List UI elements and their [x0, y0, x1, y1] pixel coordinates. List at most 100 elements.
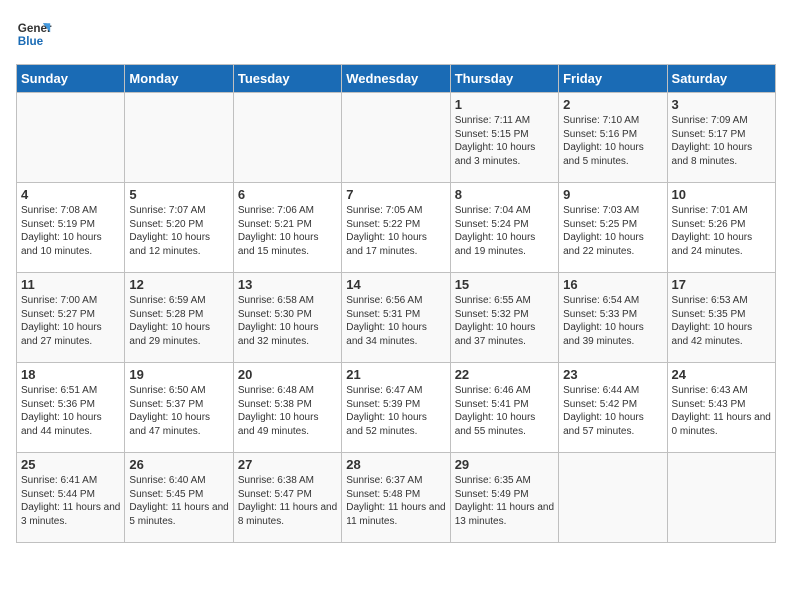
- calendar-table: SundayMondayTuesdayWednesdayThursdayFrid…: [16, 64, 776, 543]
- day-number: 2: [563, 97, 662, 112]
- day-number: 18: [21, 367, 120, 382]
- col-header-friday: Friday: [559, 65, 667, 93]
- cell-content: Sunrise: 7:05 AM Sunset: 5:22 PM Dayligh…: [346, 204, 445, 258]
- day-number: 4: [21, 187, 120, 202]
- day-number: 22: [455, 367, 554, 382]
- cell-content: Sunrise: 6:38 AM Sunset: 5:47 PM Dayligh…: [238, 474, 337, 528]
- calendar-cell: 3 Sunrise: 7:09 AM Sunset: 5:17 PM Daylig…: [667, 93, 775, 183]
- day-number: 5: [129, 187, 228, 202]
- day-number: 29: [455, 457, 554, 472]
- calendar-cell: 22 Sunrise: 6:46 AM Sunset: 5:41 PM Dayli…: [450, 363, 558, 453]
- cell-content: Sunrise: 7:08 AM Sunset: 5:19 PM Dayligh…: [21, 204, 120, 258]
- cell-content: Sunrise: 7:04 AM Sunset: 5:24 PM Dayligh…: [455, 204, 554, 258]
- cell-content: Sunrise: 7:06 AM Sunset: 5:21 PM Dayligh…: [238, 204, 337, 258]
- calendar-cell: 14 Sunrise: 6:56 AM Sunset: 5:31 PM Dayli…: [342, 273, 450, 363]
- calendar-cell: 1 Sunrise: 7:11 AM Sunset: 5:15 PM Daylig…: [450, 93, 558, 183]
- calendar-cell: [233, 93, 341, 183]
- cell-content: Sunrise: 6:41 AM Sunset: 5:44 PM Dayligh…: [21, 474, 120, 528]
- calendar-cell: 28 Sunrise: 6:37 AM Sunset: 5:48 PM Dayli…: [342, 453, 450, 543]
- day-number: 26: [129, 457, 228, 472]
- calendar-cell: 11 Sunrise: 7:00 AM Sunset: 5:27 PM Dayli…: [17, 273, 125, 363]
- cell-content: Sunrise: 7:10 AM Sunset: 5:16 PM Dayligh…: [563, 114, 662, 168]
- day-number: 17: [672, 277, 771, 292]
- calendar-week-row: 18 Sunrise: 6:51 AM Sunset: 5:36 PM Dayli…: [17, 363, 776, 453]
- cell-content: Sunrise: 6:59 AM Sunset: 5:28 PM Dayligh…: [129, 294, 228, 348]
- calendar-cell: 23 Sunrise: 6:44 AM Sunset: 5:42 PM Dayli…: [559, 363, 667, 453]
- day-number: 16: [563, 277, 662, 292]
- day-number: 23: [563, 367, 662, 382]
- day-number: 19: [129, 367, 228, 382]
- calendar-cell: 19 Sunrise: 6:50 AM Sunset: 5:37 PM Dayli…: [125, 363, 233, 453]
- calendar-cell: 4 Sunrise: 7:08 AM Sunset: 5:19 PM Daylig…: [17, 183, 125, 273]
- calendar-cell: 6 Sunrise: 7:06 AM Sunset: 5:21 PM Daylig…: [233, 183, 341, 273]
- cell-content: Sunrise: 6:43 AM Sunset: 5:43 PM Dayligh…: [672, 384, 771, 438]
- calendar-cell: [17, 93, 125, 183]
- day-number: 11: [21, 277, 120, 292]
- calendar-cell: 21 Sunrise: 6:47 AM Sunset: 5:39 PM Dayli…: [342, 363, 450, 453]
- day-number: 21: [346, 367, 445, 382]
- day-number: 20: [238, 367, 337, 382]
- cell-content: Sunrise: 6:40 AM Sunset: 5:45 PM Dayligh…: [129, 474, 228, 528]
- day-number: 15: [455, 277, 554, 292]
- day-number: 28: [346, 457, 445, 472]
- col-header-wednesday: Wednesday: [342, 65, 450, 93]
- cell-content: Sunrise: 6:53 AM Sunset: 5:35 PM Dayligh…: [672, 294, 771, 348]
- calendar-cell: 24 Sunrise: 6:43 AM Sunset: 5:43 PM Dayli…: [667, 363, 775, 453]
- cell-content: Sunrise: 6:44 AM Sunset: 5:42 PM Dayligh…: [563, 384, 662, 438]
- col-header-monday: Monday: [125, 65, 233, 93]
- day-number: 10: [672, 187, 771, 202]
- day-number: 24: [672, 367, 771, 382]
- cell-content: Sunrise: 6:56 AM Sunset: 5:31 PM Dayligh…: [346, 294, 445, 348]
- day-number: 9: [563, 187, 662, 202]
- logo: General Blue: [16, 16, 52, 52]
- cell-content: Sunrise: 7:00 AM Sunset: 5:27 PM Dayligh…: [21, 294, 120, 348]
- cell-content: Sunrise: 6:58 AM Sunset: 5:30 PM Dayligh…: [238, 294, 337, 348]
- day-number: 14: [346, 277, 445, 292]
- day-number: 13: [238, 277, 337, 292]
- col-header-thursday: Thursday: [450, 65, 558, 93]
- day-number: 3: [672, 97, 771, 112]
- day-number: 27: [238, 457, 337, 472]
- calendar-cell: 18 Sunrise: 6:51 AM Sunset: 5:36 PM Dayli…: [17, 363, 125, 453]
- calendar-cell: 12 Sunrise: 6:59 AM Sunset: 5:28 PM Dayli…: [125, 273, 233, 363]
- calendar-cell: 25Sunrise: 6:41 AM Sunset: 5:44 PM Dayli…: [17, 453, 125, 543]
- day-number: 6: [238, 187, 337, 202]
- calendar-cell: 9 Sunrise: 7:03 AM Sunset: 5:25 PM Daylig…: [559, 183, 667, 273]
- cell-content: Sunrise: 7:01 AM Sunset: 5:26 PM Dayligh…: [672, 204, 771, 258]
- cell-content: Sunrise: 6:47 AM Sunset: 5:39 PM Dayligh…: [346, 384, 445, 438]
- calendar-cell: [667, 453, 775, 543]
- cell-content: Sunrise: 6:50 AM Sunset: 5:37 PM Dayligh…: [129, 384, 228, 438]
- calendar-week-row: 1 Sunrise: 7:11 AM Sunset: 5:15 PM Daylig…: [17, 93, 776, 183]
- cell-content: Sunrise: 7:11 AM Sunset: 5:15 PM Dayligh…: [455, 114, 554, 168]
- calendar-cell: 8 Sunrise: 7:04 AM Sunset: 5:24 PM Daylig…: [450, 183, 558, 273]
- calendar-week-row: 4 Sunrise: 7:08 AM Sunset: 5:19 PM Daylig…: [17, 183, 776, 273]
- cell-content: Sunrise: 6:37 AM Sunset: 5:48 PM Dayligh…: [346, 474, 445, 528]
- calendar-cell: 27 Sunrise: 6:38 AM Sunset: 5:47 PM Dayli…: [233, 453, 341, 543]
- calendar-cell: 13 Sunrise: 6:58 AM Sunset: 5:30 PM Dayli…: [233, 273, 341, 363]
- col-header-saturday: Saturday: [667, 65, 775, 93]
- cell-content: Sunrise: 6:35 AM Sunset: 5:49 PM Dayligh…: [455, 474, 554, 528]
- cell-content: Sunrise: 7:09 AM Sunset: 5:17 PM Dayligh…: [672, 114, 771, 168]
- cell-content: Sunrise: 7:03 AM Sunset: 5:25 PM Dayligh…: [563, 204, 662, 258]
- cell-content: Sunrise: 6:55 AM Sunset: 5:32 PM Dayligh…: [455, 294, 554, 348]
- calendar-cell: 2 Sunrise: 7:10 AM Sunset: 5:16 PM Daylig…: [559, 93, 667, 183]
- calendar-cell: [342, 93, 450, 183]
- calendar-cell: 17 Sunrise: 6:53 AM Sunset: 5:35 PM Dayli…: [667, 273, 775, 363]
- calendar-cell: [559, 453, 667, 543]
- day-number: 7: [346, 187, 445, 202]
- day-number: 8: [455, 187, 554, 202]
- day-number: 12: [129, 277, 228, 292]
- col-header-tuesday: Tuesday: [233, 65, 341, 93]
- calendar-cell: 26 Sunrise: 6:40 AM Sunset: 5:45 PM Dayli…: [125, 453, 233, 543]
- cell-content: Sunrise: 6:46 AM Sunset: 5:41 PM Dayligh…: [455, 384, 554, 438]
- cell-content: Sunrise: 6:51 AM Sunset: 5:36 PM Dayligh…: [21, 384, 120, 438]
- cell-content: Sunrise: 6:48 AM Sunset: 5:38 PM Dayligh…: [238, 384, 337, 438]
- calendar-cell: 7 Sunrise: 7:05 AM Sunset: 5:22 PM Daylig…: [342, 183, 450, 273]
- cell-content: Sunrise: 6:54 AM Sunset: 5:33 PM Dayligh…: [563, 294, 662, 348]
- calendar-cell: 29 Sunrise: 6:35 AM Sunset: 5:49 PM Dayli…: [450, 453, 558, 543]
- calendar-cell: 15 Sunrise: 6:55 AM Sunset: 5:32 PM Dayli…: [450, 273, 558, 363]
- calendar-header-row: SundayMondayTuesdayWednesdayThursdayFrid…: [17, 65, 776, 93]
- logo-icon: General Blue: [16, 16, 52, 52]
- day-number: 1: [455, 97, 554, 112]
- calendar-cell: 10 Sunrise: 7:01 AM Sunset: 5:26 PM Dayli…: [667, 183, 775, 273]
